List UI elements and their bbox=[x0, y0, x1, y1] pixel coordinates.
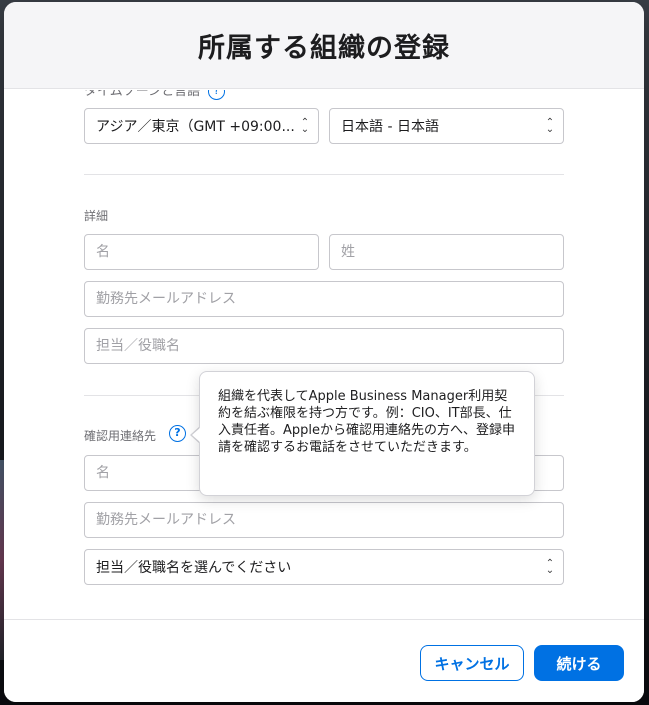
registration-dialog: 所属する組織の登録 タイムゾーンと言語? アジア／東京（GMT +09:00..… bbox=[4, 2, 644, 702]
help-tooltip: 組織を代表してApple Business Manager利用契約を結ぶ権限を持… bbox=[199, 371, 535, 496]
contact-email-field[interactable] bbox=[84, 502, 564, 538]
dialog-title: 所属する組織の登録 bbox=[198, 32, 450, 64]
timezone-select[interactable]: アジア／東京（GMT +09:00... ⌃ ⌄ bbox=[84, 108, 319, 144]
last-name-field[interactable] bbox=[329, 234, 564, 270]
form-scroll-area[interactable]: タイムゾーンと言語? アジア／東京（GMT +09:00... ⌃ ⌄ 日本語 -… bbox=[4, 90, 644, 620]
work-email-field[interactable] bbox=[84, 281, 564, 317]
contact-job-title-select[interactable]: 担当／役職名を選んでください ⌃ ⌄ bbox=[84, 549, 564, 585]
continue-button[interactable]: 続ける bbox=[534, 645, 624, 681]
language-select[interactable]: 日本語 - 日本語 ⌃ ⌄ bbox=[329, 108, 564, 144]
job-title-field[interactable] bbox=[84, 328, 564, 364]
verification-contact-label: 確認用連絡先 bbox=[84, 429, 157, 443]
tooltip-text: 組織を代表してApple Business Manager利用契約を結ぶ権限を持… bbox=[218, 389, 516, 455]
timezone-value: アジア／東京（GMT +09:00... bbox=[96, 119, 295, 135]
locale-label-text: タイムゾーンと言語 bbox=[84, 90, 201, 99]
chevron-up-down-icon: ⌃ ⌄ bbox=[545, 117, 555, 135]
details-section-label: 詳細 bbox=[84, 209, 109, 223]
cancel-button[interactable]: キャンセル bbox=[420, 645, 524, 681]
chevron-up-down-icon: ⌃ ⌄ bbox=[545, 558, 555, 576]
section-divider bbox=[84, 174, 564, 175]
question-circle-icon[interactable]: ? bbox=[169, 425, 186, 442]
language-value: 日本語 - 日本語 bbox=[341, 119, 439, 135]
contact-job-title-value: 担当／役職名を選んでください bbox=[96, 560, 292, 576]
dialog-header: 所属する組織の登録 bbox=[4, 2, 644, 89]
locale-help-icon[interactable]: ? bbox=[208, 90, 226, 100]
locale-section-label: タイムゾーンと言語? bbox=[84, 90, 226, 100]
dialog-footer: キャンセル 続ける bbox=[4, 619, 644, 702]
tooltip-arrow-inner bbox=[192, 427, 201, 443]
chevron-up-down-icon: ⌃ ⌄ bbox=[300, 117, 310, 135]
first-name-field[interactable] bbox=[84, 234, 319, 270]
